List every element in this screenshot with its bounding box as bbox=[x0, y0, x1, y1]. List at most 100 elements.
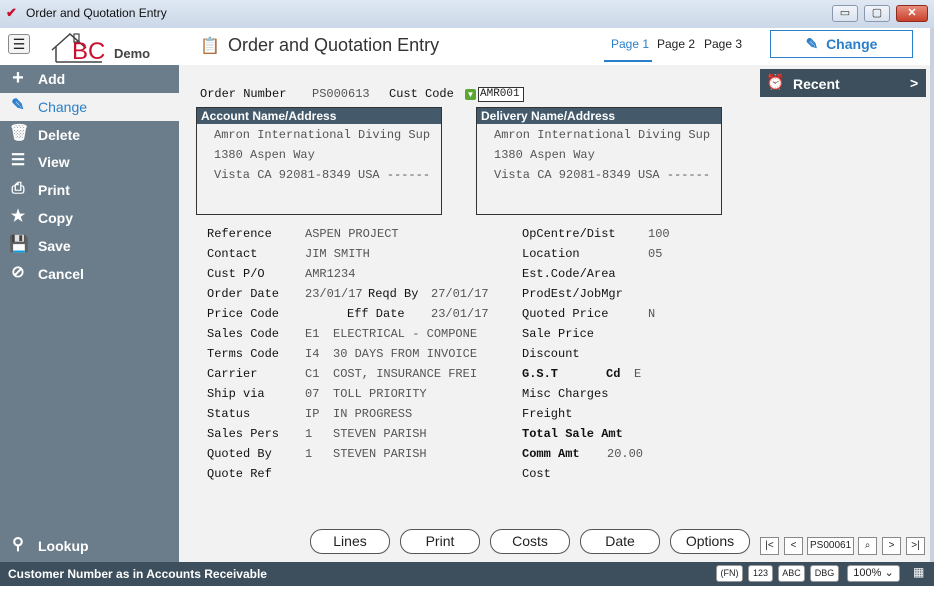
recent-label: Recent bbox=[793, 76, 840, 92]
costs-button[interactable]: Costs bbox=[490, 529, 570, 554]
eff-date-value: 23/01/17 bbox=[431, 307, 489, 321]
sidebar-item-label: Delete bbox=[38, 127, 81, 143]
page-title: Order and Quotation Entry bbox=[228, 35, 440, 55]
fn-indicator[interactable]: (FN) bbox=[716, 565, 743, 582]
account-address-line-1: Amron International Diving Sup bbox=[214, 128, 431, 142]
lines-button[interactable]: Lines bbox=[310, 529, 390, 554]
sidebar-item-view[interactable]: ☰ View bbox=[0, 148, 179, 176]
field-value[interactable]: ELECTRICAL - COMPONE bbox=[333, 327, 477, 341]
field-label: Quote Ref bbox=[207, 467, 272, 481]
dropdown-icon[interactable]: ▼ bbox=[465, 89, 476, 100]
account-address-title: Account Name/Address bbox=[197, 108, 441, 124]
change-button-label: Change bbox=[826, 36, 878, 52]
tab-page-3[interactable]: Page 3 bbox=[704, 37, 742, 51]
field-value[interactable]: ASPEN PROJECT bbox=[305, 227, 399, 241]
last-record-button[interactable]: >| bbox=[906, 537, 925, 555]
field-value[interactable]: 30 DAYS FROM INVOICE bbox=[333, 347, 477, 361]
field-value[interactable]: STEVEN PARISH bbox=[333, 447, 427, 461]
floppy-icon: 💾 bbox=[9, 236, 29, 253]
field-label: Cust P/O bbox=[207, 267, 265, 281]
prev-record-button[interactable]: < bbox=[784, 537, 803, 555]
clipboard-icon: 📋 bbox=[200, 38, 220, 55]
pencil-icon: ✎ bbox=[805, 36, 819, 53]
search-record-button[interactable]: ⌕ bbox=[858, 537, 877, 555]
delivery-address-line-3: Vista CA 92081-8349 USA ------ bbox=[494, 168, 711, 182]
tab-page-1[interactable]: Page 1 bbox=[611, 37, 649, 51]
field-value[interactable]: STEVEN PARISH bbox=[333, 427, 427, 441]
logo: BC Demo bbox=[50, 30, 170, 65]
date-button[interactable]: Date bbox=[580, 529, 660, 554]
sidebar-item-label: Save bbox=[38, 238, 71, 254]
pencil-icon: ✎ bbox=[11, 97, 25, 114]
active-tab-indicator bbox=[604, 60, 652, 62]
sidebar-item-delete[interactable]: 🗑 Delete bbox=[0, 121, 179, 149]
field-value[interactable]: 20.00 bbox=[607, 447, 643, 461]
field-value[interactable]: 23/01/17 bbox=[305, 287, 363, 301]
record-field[interactable]: PS00061 bbox=[807, 537, 854, 555]
next-record-button[interactable]: > bbox=[882, 537, 901, 555]
field-value[interactable]: COST, INSURANCE FREI bbox=[333, 367, 477, 381]
sidebar-item-change[interactable]: ✎ Change bbox=[0, 93, 179, 121]
order-number-label: Order Number bbox=[200, 87, 287, 101]
delivery-address-box: Delivery Name/Address Amron Internationa… bbox=[476, 107, 722, 215]
account-address-line-2: 1380 Aspen Way bbox=[214, 148, 315, 162]
sidebar-item-label: Add bbox=[38, 71, 66, 87]
sidebar-item-copy[interactable]: ★ Copy bbox=[0, 204, 179, 232]
maximize-button[interactable]: ▢ bbox=[864, 5, 890, 22]
delivery-address-line-1: Amron International Diving Sup bbox=[494, 128, 711, 142]
field-label: ProdEst/JobMgr bbox=[522, 287, 623, 301]
field-value[interactable]: 100 bbox=[648, 227, 670, 241]
sidebar-item-lookup[interactable]: ⚲ Lookup bbox=[0, 532, 179, 560]
grid-icon[interactable]: ▦ bbox=[913, 565, 924, 579]
first-record-button[interactable]: |< bbox=[760, 537, 779, 555]
minimize-button[interactable]: ▭ bbox=[832, 5, 858, 22]
field-code[interactable]: 1 bbox=[305, 447, 312, 461]
gst-cd-value: E bbox=[634, 367, 642, 381]
recent-button[interactable]: ⏰ Recent > bbox=[760, 69, 926, 97]
search-icon: ⚲ bbox=[12, 536, 24, 553]
field-code[interactable]: I4 bbox=[305, 347, 319, 361]
field-code[interactable]: C1 bbox=[305, 367, 319, 381]
field-code[interactable]: E1 bbox=[305, 327, 319, 341]
field-label: G.S.T bbox=[522, 367, 559, 381]
list-icon: ☰ bbox=[10, 152, 26, 169]
field-code[interactable]: IP bbox=[305, 407, 319, 421]
print-button[interactable]: Print bbox=[400, 529, 480, 554]
field-label: Contact bbox=[207, 247, 258, 261]
options-button[interactable]: Options bbox=[670, 529, 750, 554]
field-code[interactable]: 07 bbox=[305, 387, 319, 401]
sidebar-item-print[interactable]: ⎙ Print bbox=[0, 176, 179, 204]
field-value[interactable]: IN PROGRESS bbox=[333, 407, 412, 421]
sidebar-item-cancel[interactable]: ⊘ Cancel bbox=[0, 260, 179, 288]
sidebar-item-add[interactable]: + Add bbox=[0, 65, 179, 93]
field-code[interactable]: 1 bbox=[305, 427, 312, 441]
gst-cd-label: Cd bbox=[606, 367, 621, 381]
printer-icon: ⎙ bbox=[11, 180, 25, 197]
sidebar-item-save[interactable]: 💾 Save bbox=[0, 232, 179, 260]
trash-icon: 🗑 bbox=[9, 125, 30, 142]
sidebar-item-label: View bbox=[38, 154, 70, 170]
change-button[interactable]: ✎ Change bbox=[770, 30, 913, 58]
tab-page-2[interactable]: Page 2 bbox=[657, 37, 695, 51]
star-icon: ★ bbox=[10, 208, 26, 225]
field-value[interactable]: TOLL PRIORITY bbox=[333, 387, 427, 401]
field-label: Price Code bbox=[207, 307, 280, 321]
field-value[interactable]: AMR1234 bbox=[305, 267, 355, 281]
plus-icon: + bbox=[12, 67, 24, 89]
zoom-select[interactable]: 100% ⌄ bbox=[847, 565, 900, 582]
field-value[interactable]: JIM SMITH bbox=[305, 247, 370, 261]
chevron-down-icon: ⌄ bbox=[884, 567, 894, 579]
window-title: Order and Quotation Entry bbox=[26, 6, 167, 20]
delivery-address-line-2: 1380 Aspen Way bbox=[494, 148, 595, 162]
menu-icon[interactable]: ☰ bbox=[8, 34, 30, 54]
field-value[interactable]: 05 bbox=[648, 247, 662, 261]
account-address-box: Account Name/Address Amron International… bbox=[196, 107, 442, 215]
field-label: Est.Code/Area bbox=[522, 267, 616, 281]
cust-code-field[interactable]: AMR001 bbox=[478, 87, 524, 102]
debug-indicator[interactable]: DBG bbox=[810, 565, 839, 582]
close-button[interactable]: ✕ bbox=[896, 5, 928, 22]
eff-date-label: Eff Date bbox=[347, 307, 405, 321]
caps-indicator[interactable]: ABC bbox=[778, 565, 805, 582]
field-value[interactable]: N bbox=[648, 307, 655, 321]
num-indicator[interactable]: 123 bbox=[748, 565, 773, 582]
